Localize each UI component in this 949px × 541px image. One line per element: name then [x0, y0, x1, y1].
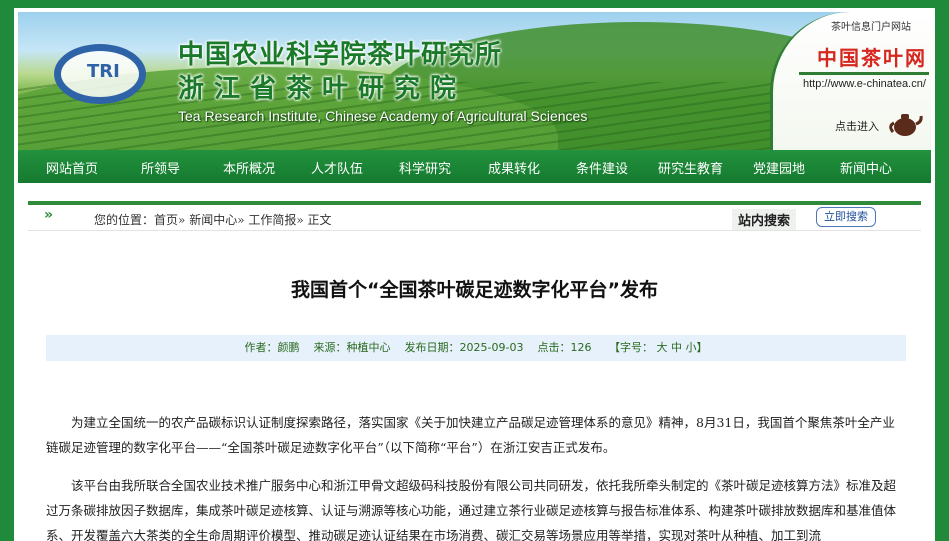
breadcrumb-separator: »	[178, 213, 190, 227]
breadcrumb: 您的位置：首页» 新闻中心» 工作简报» 正文	[94, 211, 332, 228]
article-title: 我国首个“全国茶叶碳足迹数字化平台”发布	[291, 279, 658, 301]
font-size-medium[interactable]: 中	[671, 341, 682, 354]
font-size-close: 】	[696, 341, 708, 354]
breadcrumb-separator: »	[296, 213, 308, 227]
nav-item-overview[interactable]: 本所概况	[223, 158, 275, 177]
china-tea-portal-link[interactable]: 茶叶信息门户网站 中国茶叶网 http://www.e-chinatea.cn/…	[770, 12, 931, 150]
breadcrumb-prefix: 您的位置：	[94, 213, 155, 227]
meta-source: 种植中心	[346, 341, 391, 354]
article-meta: 作者：颜鹏 来源：种植中心 发布日期：2025-09-03 点击：126 【字号…	[46, 335, 906, 361]
font-size-small[interactable]: 小	[685, 341, 696, 354]
institute-title-en: Tea Research Institute, Chinese Academy …	[178, 108, 588, 124]
meta-author-label: 作者：	[244, 341, 278, 354]
article: 我国首个“全国茶叶碳足迹数字化平台”发布 作者：颜鹏 来源：种植中心 发布日期：…	[28, 231, 921, 541]
portal-divider	[799, 72, 929, 75]
institute-logo[interactable]: TRI	[54, 44, 146, 104]
teapot-icon	[889, 114, 923, 136]
breadcrumb-bar: » 您的位置：首页» 新闻中心» 工作简报» 正文 站内搜索 立即搜索	[28, 201, 921, 231]
breadcrumb-arrow-icon: »	[44, 207, 54, 223]
page-frame: TRI 中国农业科学院茶叶研究所 浙江省茶叶研究院 Tea Research I…	[14, 8, 935, 541]
nav-item-achievements[interactable]: 成果转化	[488, 158, 540, 177]
meta-date-label: 发布日期：	[404, 341, 460, 354]
site-banner: TRI 中国农业科学院茶叶研究所 浙江省茶叶研究院 Tea Research I…	[18, 12, 931, 150]
site-search-label: 站内搜索	[732, 209, 797, 230]
breadcrumb-separator: »	[237, 213, 249, 227]
breadcrumb-news-center[interactable]: 新闻中心	[189, 213, 237, 227]
portal-url: http://www.e-chinatea.cn/	[803, 78, 926, 90]
breadcrumb-home[interactable]: 首页	[154, 213, 178, 227]
meta-author: 颜鹏	[277, 341, 300, 354]
nav-item-talent[interactable]: 人才队伍	[311, 158, 363, 177]
main-nav: 网站首页 所领导 本所概况 人才队伍 科学研究 成果转化 条件建设 研究生教育 …	[18, 150, 931, 183]
portal-caption: 茶叶信息门户网站	[831, 22, 911, 33]
nav-item-leadership[interactable]: 所领导	[141, 158, 180, 177]
meta-source-label: 来源：	[313, 341, 347, 354]
meta-date: 2025-09-03	[459, 341, 524, 354]
nav-item-news[interactable]: 新闻中心	[840, 158, 892, 177]
portal-enter-link[interactable]: 点击进入	[835, 118, 879, 134]
breadcrumb-current: 正文	[307, 213, 332, 227]
font-size-label: 【字号：	[608, 341, 653, 354]
nav-item-research[interactable]: 科学研究	[399, 158, 451, 177]
breadcrumb-work-brief[interactable]: 工作简报	[248, 213, 296, 227]
logo-text: TRI	[87, 61, 120, 82]
meta-hits: 126	[570, 341, 592, 354]
article-paragraph: 该平台由我所联合全国农业技术推广服务中心和浙江甲骨文超级码科技股份有限公司共同研…	[46, 478, 897, 541]
nav-item-home[interactable]: 网站首页	[46, 158, 98, 177]
nav-item-facilities[interactable]: 条件建设	[576, 158, 628, 177]
search-button[interactable]: 立即搜索	[816, 207, 876, 227]
institute-title-cn: 中国农业科学院茶叶研究所	[178, 40, 503, 70]
article-paragraph: 为建立全国统一的农产品碳标识认证制度探索路径，落实国家《关于加快建立产品碳足迹管…	[46, 415, 895, 455]
portal-brand: 中国茶叶网	[817, 46, 927, 70]
nav-item-graduate[interactable]: 研究生教育	[658, 158, 723, 177]
meta-hits-label: 点击：	[537, 341, 571, 354]
font-size-large[interactable]: 大	[656, 341, 667, 354]
academy-title-cn: 浙江省茶叶研究院	[178, 74, 467, 104]
nav-item-party[interactable]: 党建园地	[753, 158, 805, 177]
